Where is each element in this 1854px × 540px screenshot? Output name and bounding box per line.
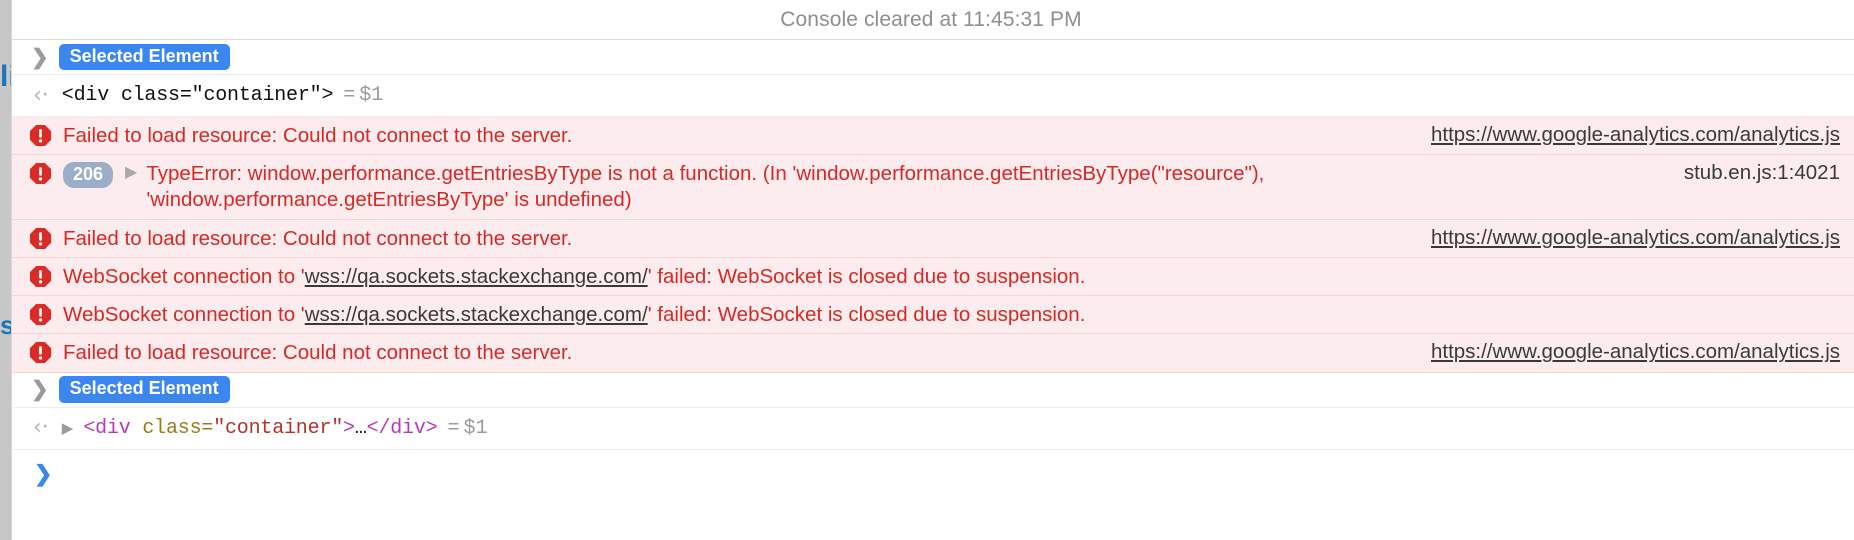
triangle-right-icon[interactable]: ▶	[62, 421, 74, 436]
console-error-message-1: Failed to load resource: Could not conne…	[63, 124, 573, 147]
page-text-fragment-bottom: s	[0, 312, 11, 338]
result-arrow-icon: ‹·	[33, 415, 49, 441]
result-code-2[interactable]: <div class="container">…</div>	[83, 417, 437, 440]
result-arrow-icon: ‹·	[33, 82, 49, 108]
console-error-row-5[interactable]: WebSocket connection to 'wss://qa.socket…	[12, 296, 1854, 335]
console-error-message-6: Failed to load resource: Could not conne…	[63, 341, 573, 365]
chevron-right-icon[interactable]: ❯	[31, 379, 49, 400]
console-error-row-3[interactable]: Failed to load resource: Could not conne…	[12, 219, 1854, 258]
websocket-url-link-1[interactable]: wss://qa.sockets.stackexchange.com/	[305, 265, 648, 288]
error-octagon-icon	[29, 303, 52, 326]
console-error-row-2[interactable]: 206 ▶ TypeError: window.performance.getE…	[12, 155, 1854, 220]
console-error-source-2[interactable]: stub.en.js:1:4021	[1684, 161, 1840, 185]
console-cleared-banner: Console cleared at 11:45:31 PM	[12, 0, 1854, 40]
console-error-source-1[interactable]: https://www.google-analytics.com/analyti…	[1431, 123, 1840, 147]
result-code-1[interactable]: <div class="container">	[62, 84, 334, 107]
selected-element-row-2[interactable]: ❯ Selected Element	[12, 372, 1854, 408]
console-error-row-1[interactable]: Failed to load resource: Could not conne…	[12, 117, 1854, 156]
result-equals-2: =	[447, 416, 460, 440]
error-octagon-icon	[29, 265, 52, 288]
prompt-chevron-icon: ❯	[34, 460, 53, 486]
result-variable-1[interactable]: $1	[359, 84, 383, 107]
chevron-right-icon[interactable]: ❯	[31, 47, 49, 68]
console-error-source-3[interactable]: https://www.google-analytics.com/analyti…	[1431, 226, 1840, 250]
selected-element-badge-1[interactable]: Selected Element	[58, 43, 230, 71]
error-repeat-count-badge: 206	[63, 162, 114, 188]
websocket-url-link-2[interactable]: wss://qa.sockets.stackexchange.com/	[305, 303, 648, 326]
console-error-message-2: TypeError: window.performance.getEntries…	[146, 162, 1265, 212]
console-error-message-3: Failed to load resource: Could not conne…	[63, 226, 573, 250]
selected-element-badge-2[interactable]: Selected Element	[58, 376, 230, 404]
error-octagon-icon	[29, 124, 52, 147]
result-equals-1: =	[343, 84, 356, 107]
console-error-row-4[interactable]: WebSocket connection to 'wss://qa.socket…	[12, 257, 1854, 297]
console-error-row-6[interactable]: Failed to load resource: Could not conne…	[12, 334, 1854, 373]
error-octagon-icon	[29, 162, 52, 185]
error-octagon-icon	[29, 341, 52, 364]
console-error-message-4: WebSocket connection to 'wss://qa.socket…	[63, 264, 1086, 288]
console-result-row-2[interactable]: ‹· ▶ <div class="container">…</div> = $1	[12, 407, 1854, 450]
console-result-row-1[interactable]: ‹· <div class="container"> = $1	[12, 75, 1854, 117]
result-variable-2[interactable]: $1	[463, 417, 487, 440]
web-inspector-console-panel: Console cleared at 11:45:31 PM ❯ Selecte…	[11, 0, 1854, 540]
selected-element-row-1[interactable]: ❯ Selected Element	[12, 40, 1854, 75]
page-text-fragment-top: li	[0, 62, 11, 92]
console-cleared-text: Console cleared at 11:45:31 PM	[780, 7, 1082, 31]
console-error-message-5: WebSocket connection to 'wss://qa.socket…	[63, 303, 1086, 327]
error-octagon-icon	[29, 227, 52, 250]
triangle-right-icon[interactable]: ▶	[125, 162, 137, 184]
console-error-source-4[interactable]: https://www.google-analytics.com/analyti…	[1431, 340, 1840, 364]
console-input-row[interactable]: ❯	[12, 450, 1854, 498]
